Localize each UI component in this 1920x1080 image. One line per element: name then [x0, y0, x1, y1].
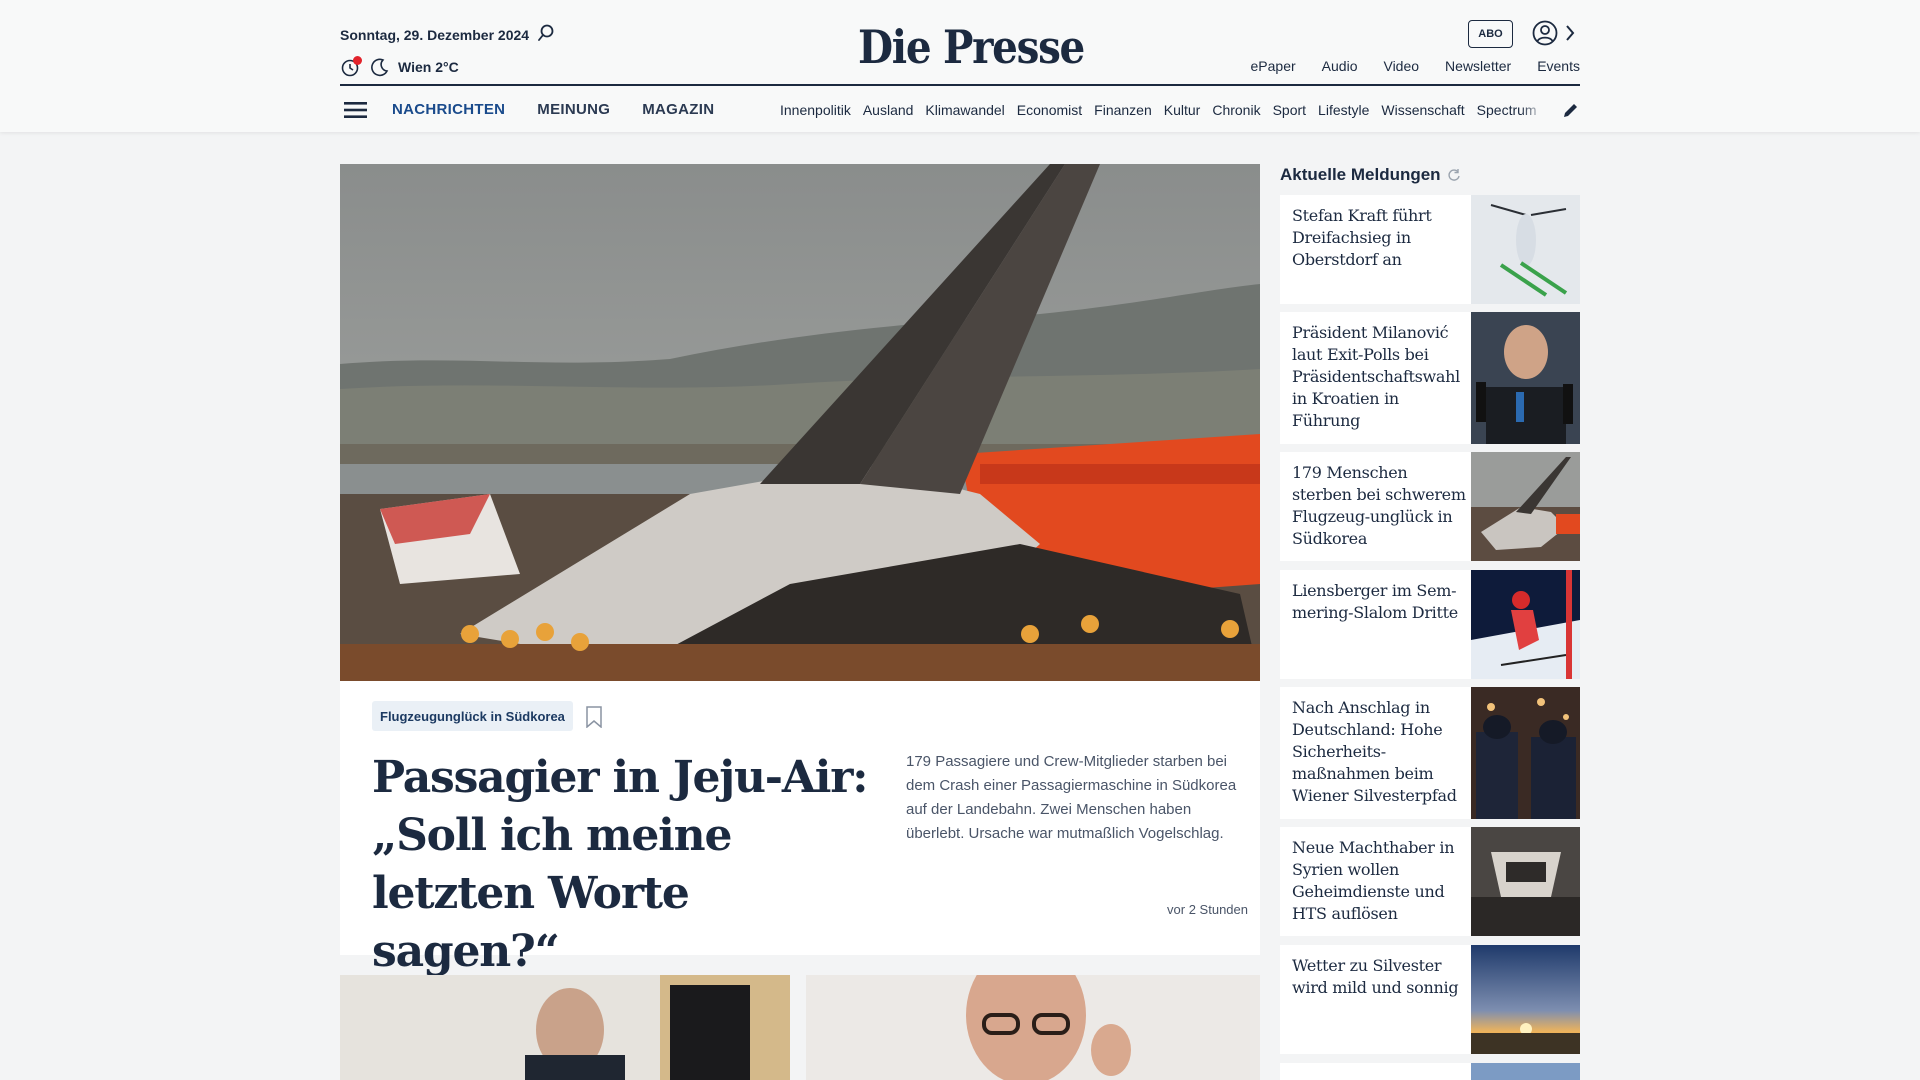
weather-widget: Wien 2°C [340, 56, 459, 78]
chevron-right-icon[interactable] [1563, 23, 1577, 43]
news-item[interactable]: Wetter zu Silvester wird mild und sonnig [1280, 945, 1580, 1054]
lead-headline[interactable]: Passagier in Jeju-Air: „Soll ich meine l… [372, 749, 872, 981]
topic-tag[interactable]: Flugzeugunglück in Südkorea [372, 701, 573, 731]
link-events[interactable]: Events [1537, 58, 1580, 74]
news-item[interactable]: Neue Machthaber in Syrien wollen Geheimd… [1280, 827, 1580, 936]
user-icon[interactable] [1532, 20, 1558, 46]
news-item-thumbnail[interactable] [1471, 195, 1580, 304]
search-icon[interactable] [536, 23, 556, 43]
link-audio[interactable]: Audio [1322, 58, 1358, 74]
nav-finanzen[interactable]: Finanzen [1094, 102, 1152, 118]
link-newsletter[interactable]: Newsletter [1445, 58, 1511, 74]
refresh-icon [1447, 169, 1460, 181]
nav-meinung[interactable]: MEINUNG [537, 101, 610, 118]
service-links: ePaper Audio Video Newsletter Events [1251, 58, 1580, 74]
nav-sport[interactable]: Sport [1273, 102, 1306, 118]
nav-kultur[interactable]: Kultur [1164, 102, 1201, 118]
nav-lifestyle[interactable]: Lifestyle [1318, 102, 1369, 118]
site-logo[interactable]: Die Presse [858, 20, 1085, 74]
news-item[interactable]: Präsident Milanović laut Exit-Polls bei … [1280, 312, 1580, 444]
nav-wissenschaft[interactable]: Wissenschaft [1381, 102, 1464, 118]
nav-fade [1520, 96, 1546, 124]
nav-ausland[interactable]: Ausland [863, 102, 914, 118]
site-header: Sonntag, 29. Dezember 2024 Wien 2°C Die … [0, 0, 1920, 132]
moon-icon [371, 58, 389, 77]
abo-button[interactable]: ABO [1468, 20, 1513, 48]
notification-dot [353, 56, 362, 65]
sidebar-title: Aktuelle Meldungen [1280, 165, 1441, 184]
news-item-thumbnail[interactable] [1471, 687, 1580, 819]
news-item-thumbnail[interactable] [1471, 312, 1580, 444]
menu-icon[interactable] [344, 100, 368, 120]
news-item-thumbnail[interactable] [1471, 827, 1580, 936]
nav-chronik[interactable]: Chronik [1212, 102, 1260, 118]
news-item-title[interactable]: Wetter zu Silvester wird mild und sonnig [1292, 955, 1468, 999]
link-epaper[interactable]: ePaper [1251, 58, 1296, 74]
section-navigation: Innenpolitik Ausland Klimawandel Economi… [780, 102, 1546, 118]
news-item-title[interactable]: Liensberger im Sem-mering-Slalom Dritte [1292, 580, 1468, 624]
theme-icon[interactable] [340, 56, 362, 78]
lead-image[interactable] [340, 164, 1260, 681]
news-item-title[interactable]: Präsident Milanović laut Exit-Polls bei … [1292, 322, 1468, 432]
sidebar-heading: Aktuelle Meldungen [1280, 165, 1461, 185]
nav-economist[interactable]: Economist [1017, 102, 1082, 118]
news-item-thumbnail[interactable] [1471, 570, 1580, 679]
lead-article[interactable]: Flugzeugunglück in Südkorea Passagier in… [340, 164, 1260, 977]
news-item-thumbnail[interactable] [1471, 1063, 1580, 1080]
link-video[interactable]: Video [1383, 58, 1419, 74]
weather-label: Wien 2°C [398, 59, 459, 75]
header-divider [340, 84, 1580, 86]
nav-innenpolitik[interactable]: Innenpolitik [780, 102, 851, 118]
news-item-thumbnail[interactable] [1471, 945, 1580, 1054]
news-item[interactable]: Stefan Kraft führt Dreifachsieg in Obers… [1280, 195, 1580, 304]
article-card-image[interactable] [340, 975, 790, 1080]
publish-time: vor 2 Stunden [1167, 902, 1248, 917]
current-date: Sonntag, 29. Dezember 2024 [340, 27, 530, 43]
nav-magazin[interactable]: MAGAZIN [642, 101, 714, 118]
article-card-image[interactable] [806, 975, 1260, 1080]
nav-klimawandel[interactable]: Klimawandel [925, 102, 1004, 118]
pen-icon[interactable] [1562, 101, 1580, 119]
nav-nachrichten[interactable]: NACHRICHTEN [392, 101, 505, 118]
news-item-thumbnail[interactable] [1471, 452, 1580, 561]
news-item[interactable] [1280, 1063, 1580, 1080]
news-item-title[interactable]: Stefan Kraft führt Dreifachsieg in Obers… [1292, 205, 1468, 271]
lead-teaser: 179 Passagiere und Crew-Mitglieder starb… [906, 753, 1237, 842]
news-item[interactable]: Nach Anschlag in Deutschland: Hohe Siche… [1280, 687, 1580, 819]
news-item[interactable]: Liensberger im Sem-mering-Slalom Dritte [1280, 570, 1580, 679]
bookmark-icon[interactable] [585, 706, 603, 728]
news-item-title[interactable]: Neue Machthaber in Syrien wollen Geheimd… [1292, 837, 1468, 925]
main-navigation: NACHRICHTEN MEINUNG MAGAZIN [392, 101, 714, 118]
news-item-title[interactable]: 179 Menschen sterben bei schwerem Flugze… [1292, 462, 1468, 550]
news-item[interactable]: 179 Menschen sterben bei schwerem Flugze… [1280, 452, 1580, 561]
news-item-title[interactable]: Nach Anschlag in Deutschland: Hohe Siche… [1292, 697, 1468, 807]
